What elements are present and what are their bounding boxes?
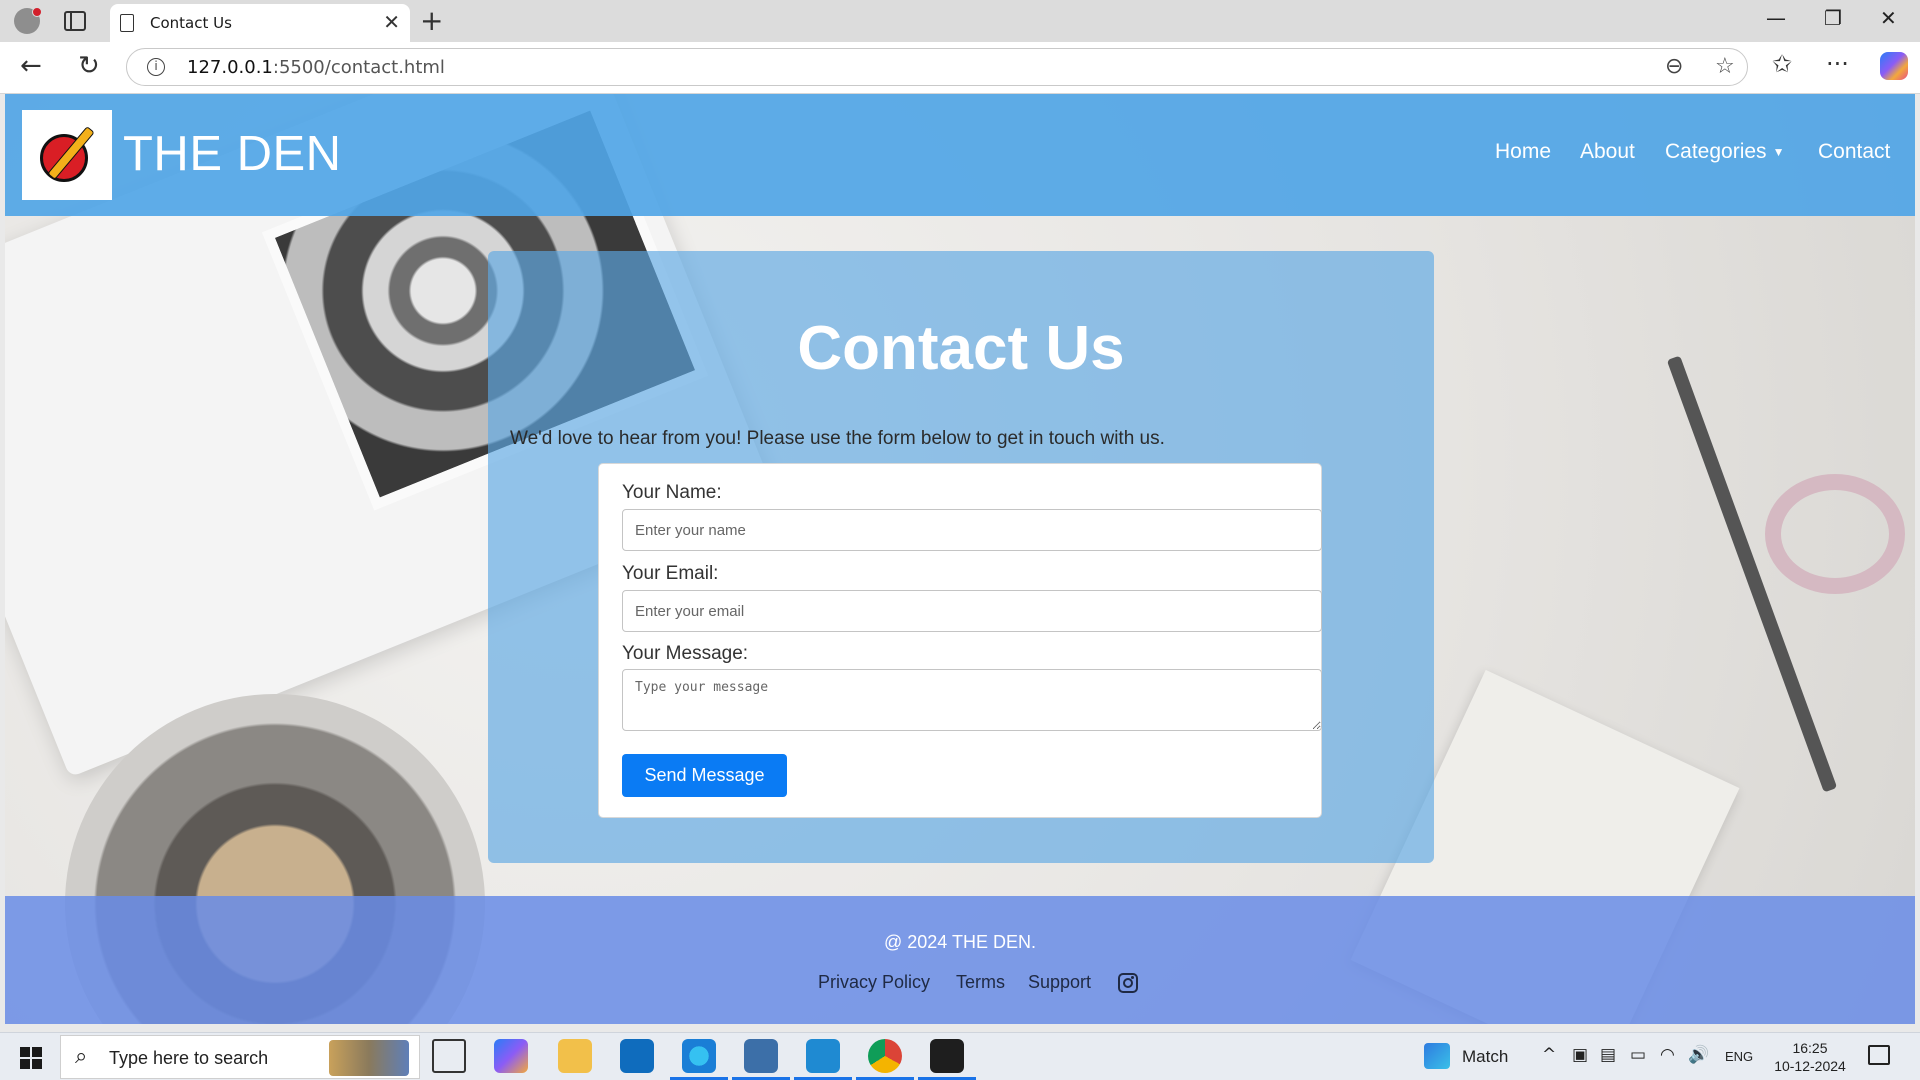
site-footer: @ 2024 THE DEN. Privacy Policy Terms Sup… — [5, 896, 1915, 1024]
copyright-text: @ 2024 THE DEN. — [884, 932, 1036, 952]
new-tab-button[interactable]: + — [420, 4, 443, 37]
nav-contact[interactable]: Contact — [1818, 140, 1890, 164]
volume-icon[interactable]: 🔊 — [1688, 1045, 1709, 1065]
wifi-icon[interactable]: ◠ — [1660, 1045, 1675, 1065]
instagram-icon[interactable] — [1118, 973, 1138, 993]
file-explorer-icon[interactable] — [558, 1039, 592, 1073]
profile-avatar-icon[interactable] — [14, 7, 42, 34]
show-hidden-icons-icon[interactable]: ^ — [1542, 1045, 1556, 1065]
page-viewport: THE DEN Home About Categories ▼ Contact C… — [5, 94, 1915, 1024]
nav-categories[interactable]: Categories ▼ — [1665, 140, 1784, 164]
close-window-button[interactable]: ✕ — [1880, 6, 1897, 30]
terms-link[interactable]: Terms — [956, 972, 1005, 993]
back-icon[interactable]: ← — [20, 51, 42, 81]
url-host: 127.0.0.1 — [187, 57, 273, 78]
contact-form: Your Name: Your Email: Your Message: Sen… — [598, 463, 1322, 818]
windows-taskbar: ⌕ Type here to search Match ^ ▣ ▤ ▭ ◠ 🔊 … — [0, 1032, 1920, 1080]
tab-title: Contact Us — [150, 14, 232, 32]
name-label: Your Name: — [622, 482, 722, 503]
more-options-icon[interactable]: ··· — [1826, 50, 1849, 78]
notification-center-icon[interactable] — [1868, 1045, 1890, 1065]
terminal-icon[interactable] — [930, 1039, 964, 1073]
nav-about[interactable]: About — [1580, 140, 1635, 164]
minimize-button[interactable]: — — [1766, 6, 1786, 30]
email-label: Your Email: — [622, 563, 719, 584]
browser-tab-active[interactable]: Contact Us ✕ — [110, 4, 410, 42]
taskbar-search[interactable]: ⌕ Type here to search — [60, 1035, 420, 1079]
zoom-out-icon[interactable]: ⊖ — [1665, 54, 1683, 79]
vscode-icon[interactable] — [806, 1039, 840, 1073]
send-message-button[interactable]: Send Message — [622, 754, 787, 797]
name-input[interactable] — [622, 509, 1322, 551]
nav-categories-label: Categories — [1665, 140, 1767, 163]
site-header: THE DEN Home About Categories ▼ Contact — [5, 94, 1915, 216]
copilot-app-icon[interactable] — [494, 1039, 528, 1073]
nav-home[interactable]: Home — [1495, 140, 1551, 164]
meet-icon[interactable]: ▣ — [1572, 1045, 1588, 1065]
contact-panel: Contact Us We'd love to hear from you! P… — [488, 251, 1434, 863]
clock-time: 16:25 — [1792, 1040, 1828, 1056]
outlook-icon[interactable] — [620, 1039, 654, 1073]
cricket-match-icon[interactable] — [1424, 1043, 1450, 1069]
email-input[interactable] — [622, 590, 1322, 632]
support-link[interactable]: Support — [1028, 972, 1091, 993]
browser-toolbar: ← ↻ i 127.0.0.1:5500/contact.html ⊖ ☆ ✩ … — [0, 42, 1920, 94]
site-title[interactable]: THE DEN — [123, 126, 342, 182]
contact-intro: We'd love to hear from you! Please use t… — [510, 428, 1165, 449]
message-label: Your Message: — [622, 643, 749, 664]
page-document-icon — [120, 14, 134, 32]
edge-browser-icon[interactable] — [682, 1039, 716, 1073]
task-view-icon[interactable] — [432, 1039, 466, 1073]
privacy-policy-link[interactable]: Privacy Policy — [818, 972, 930, 993]
battery-icon[interactable]: ▭ — [1630, 1045, 1646, 1065]
copilot-icon[interactable] — [1880, 52, 1908, 80]
site-info-icon[interactable]: i — [147, 58, 165, 76]
site-logo[interactable] — [22, 110, 112, 200]
tab-actions-icon[interactable] — [64, 11, 86, 31]
display-icon[interactable]: ▤ — [1600, 1045, 1616, 1065]
url-path: :5500/contact.html — [272, 57, 445, 78]
background-tape-roll — [1765, 474, 1905, 594]
tab-close-icon[interactable]: ✕ — [383, 10, 400, 34]
clock-date: 10-12-2024 — [1774, 1058, 1846, 1074]
contact-heading: Contact Us — [797, 314, 1125, 383]
browser-tab-bar: Contact Us ✕ + — ❐ ✕ — [0, 0, 1920, 42]
refresh-icon[interactable]: ↻ — [78, 51, 100, 81]
add-favorite-icon[interactable]: ☆ — [1715, 54, 1735, 79]
url-text[interactable]: 127.0.0.1:5500/contact.html — [187, 57, 445, 78]
chrome-icon[interactable] — [868, 1039, 902, 1073]
search-highlight-image — [329, 1040, 409, 1076]
maximize-button[interactable]: ❐ — [1824, 6, 1842, 30]
address-bar[interactable]: i 127.0.0.1:5500/contact.html ⊖ ☆ — [126, 48, 1748, 86]
dropdown-caret-icon: ▼ — [1772, 145, 1785, 160]
language-indicator[interactable]: ENG — [1725, 1049, 1753, 1064]
message-textarea[interactable] — [622, 669, 1322, 731]
widget-label[interactable]: Match — [1462, 1047, 1508, 1067]
favorites-icon[interactable]: ✩ — [1772, 50, 1792, 78]
taskbar-clock[interactable]: 16:25 10-12-2024 — [1770, 1039, 1850, 1075]
python-app-icon[interactable] — [744, 1039, 778, 1073]
windows-start-icon[interactable] — [20, 1047, 42, 1069]
search-icon: ⌕ — [75, 1044, 88, 1069]
taskbar-search-placeholder: Type here to search — [109, 1048, 269, 1068]
